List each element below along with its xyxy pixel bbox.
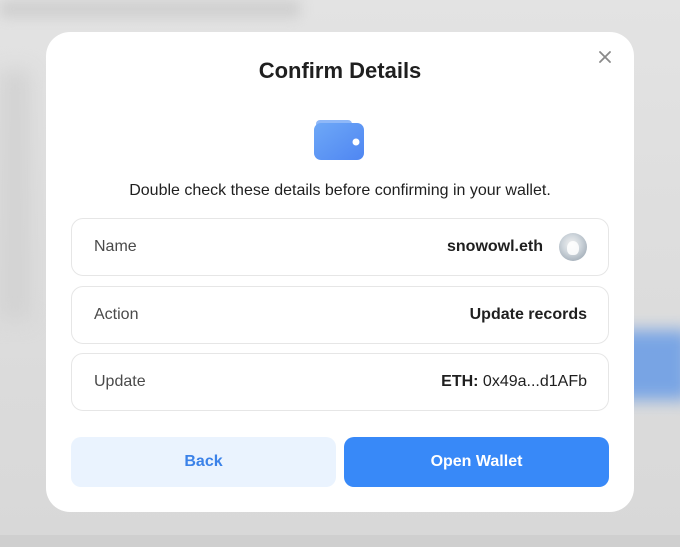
action-value: Update records [469,306,587,323]
dialog-subtitle: Double check these details before confir… [129,182,551,199]
detail-label: Update [94,373,146,390]
back-button[interactable]: Back [71,437,336,487]
update-address: 0x49a...d1AFb [482,373,587,390]
detail-row-action: Action Update records [71,286,609,344]
detail-value: snowowl.eth [447,233,587,261]
backdrop-blur-shape [0,0,300,18]
avatar [559,233,587,261]
confirm-details-dialog: Confirm Details Double check these detai… [46,32,634,512]
open-wallet-button[interactable]: Open Wallet [344,437,609,487]
update-prefix: ETH: [441,373,479,390]
detail-label: Action [94,306,139,323]
detail-value: ETH: 0x49a...d1AFb [441,373,587,391]
backdrop-side-shape [0,70,30,320]
backdrop-bottom-strip [0,535,680,547]
detail-label: Name [94,238,137,255]
detail-row-name: Name snowowl.eth [71,218,609,276]
wallet-icon [314,120,364,160]
dialog-title: Confirm Details [258,58,422,83]
name-value: snowowl.eth [447,238,543,255]
detail-row-update: Update ETH: 0x49a...d1AFb [71,353,609,411]
